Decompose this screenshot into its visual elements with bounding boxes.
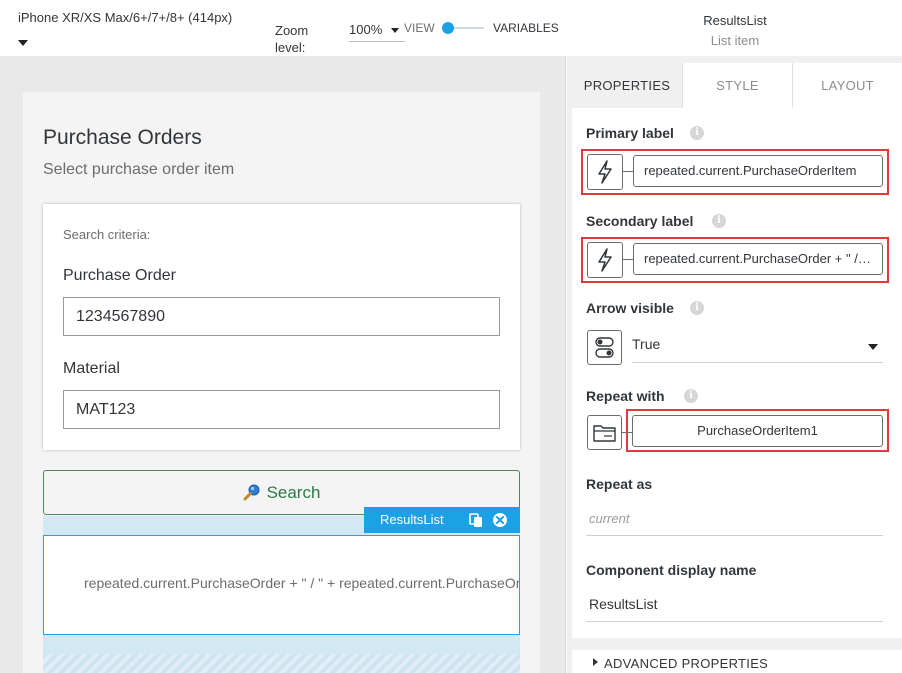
formula-binding-button[interactable] <box>587 242 623 278</box>
select-underline <box>632 362 883 363</box>
advanced-properties-label: ADVANCED PROPERTIES <box>604 656 769 671</box>
primary-label-title: Primary label <box>586 125 674 141</box>
list-placeholder <box>43 654 520 673</box>
tab-properties[interactable]: PROPERTIES <box>572 63 682 108</box>
zoom-value: 100% <box>349 22 383 37</box>
device-selector[interactable]: iPhone XR/XS Max/6+/7+/8+ (414px) <box>18 10 232 25</box>
display-name-title: Component display name <box>586 562 757 578</box>
chevron-down-icon[interactable] <box>868 344 878 350</box>
formula-bolt-icon <box>598 160 612 184</box>
binding-connector <box>622 432 632 433</box>
copy-icon[interactable] <box>468 512 484 528</box>
variables-label: VARIABLES <box>493 21 559 35</box>
data-binding-button[interactable] <box>587 415 622 450</box>
search-criteria-label: Search criteria: <box>63 227 151 242</box>
arrow-visible-title: Arrow visible <box>586 300 674 316</box>
results-list-tag[interactable]: ResultsList <box>364 507 520 533</box>
secondary-label-value[interactable]: repeated.current.PurchaseOrder + " / " +… <box>633 243 883 275</box>
input-underline <box>586 621 883 622</box>
formula-binding-button[interactable] <box>587 154 623 190</box>
properties-body: Primary label i repeated.current.Purchas… <box>572 108 902 638</box>
search-criteria-card[interactable]: Search criteria: Purchase Order 12345678… <box>43 204 520 450</box>
search-button-label: Search <box>266 483 321 502</box>
selected-component-name: ResultsList <box>703 13 767 28</box>
repeat-with-title: Repeat with <box>586 388 665 404</box>
tab-style[interactable]: STYLE <box>682 63 792 108</box>
toggle-binding-button[interactable] <box>587 330 622 365</box>
material-label: Material <box>63 360 120 377</box>
binding-connector <box>623 171 633 172</box>
phone-preview: Purchase Orders Select purchase order it… <box>23 92 540 673</box>
tab-layout[interactable]: LAYOUT <box>792 63 902 108</box>
page-subtitle[interactable]: Select purchase order item <box>43 161 234 179</box>
info-icon[interactable]: i <box>690 301 704 315</box>
repeat-as-input[interactable]: current <box>589 511 629 526</box>
arrow-visible-select[interactable]: True <box>632 336 660 352</box>
binding-connector <box>623 259 633 260</box>
advanced-properties-toggle[interactable]: ADVANCED PROPERTIES <box>572 650 902 673</box>
formula-bolt-icon <box>598 248 612 272</box>
page-title[interactable]: Purchase Orders <box>43 126 202 150</box>
chevron-right-icon <box>593 658 598 666</box>
top-toolbar: iPhone XR/XS Max/6+/7+/8+ (414px) Zoom l… <box>0 0 902 56</box>
design-canvas: Purchase Orders Select purchase order it… <box>0 56 566 673</box>
properties-panel: PROPERTIES STYLE LAYOUT Primary label i … <box>567 56 902 673</box>
purchase-order-label: Purchase Order <box>63 267 176 284</box>
primary-label-value[interactable]: repeated.current.PurchaseOrderItem <box>633 155 883 187</box>
input-underline <box>586 535 883 536</box>
purchase-order-input[interactable]: 1234567890 <box>63 297 500 336</box>
list-item-text: repeated.current.PurchaseOrder + " / " +… <box>84 575 520 591</box>
view-variables-toggle[interactable] <box>440 20 484 36</box>
panel-tabs: PROPERTIES STYLE LAYOUT <box>572 63 902 108</box>
info-icon[interactable]: i <box>684 389 698 403</box>
zoom-select[interactable]: 100% <box>349 20 405 42</box>
info-icon[interactable]: i <box>712 214 726 228</box>
repeat-with-value[interactable]: PurchaseOrderItem1 <box>632 415 883 447</box>
display-name-input[interactable]: ResultsList <box>589 596 657 612</box>
material-input[interactable]: MAT123 <box>63 390 500 429</box>
info-icon[interactable]: i <box>690 126 704 140</box>
view-label: VIEW <box>404 21 435 35</box>
data-folder-icon <box>593 425 616 442</box>
list-item[interactable]: repeated.current.PurchaseOrder + " / " +… <box>43 535 520 635</box>
close-icon[interactable] <box>492 512 508 528</box>
toggle-icon <box>595 337 614 358</box>
chevron-down-icon[interactable] <box>18 40 28 46</box>
results-list[interactable]: repeated.current.PurchaseOrder + " / " +… <box>43 516 520 673</box>
selected-component-type: List item <box>710 33 760 48</box>
toggle-knob <box>442 22 454 34</box>
repeat-as-title: Repeat as <box>586 476 653 492</box>
magnifier-icon <box>243 484 260 501</box>
zoom-label: Zoom level: <box>275 23 309 55</box>
results-list-tag-label: ResultsList <box>380 512 444 527</box>
chevron-down-icon <box>391 28 399 33</box>
secondary-label-title: Secondary label <box>586 213 694 229</box>
